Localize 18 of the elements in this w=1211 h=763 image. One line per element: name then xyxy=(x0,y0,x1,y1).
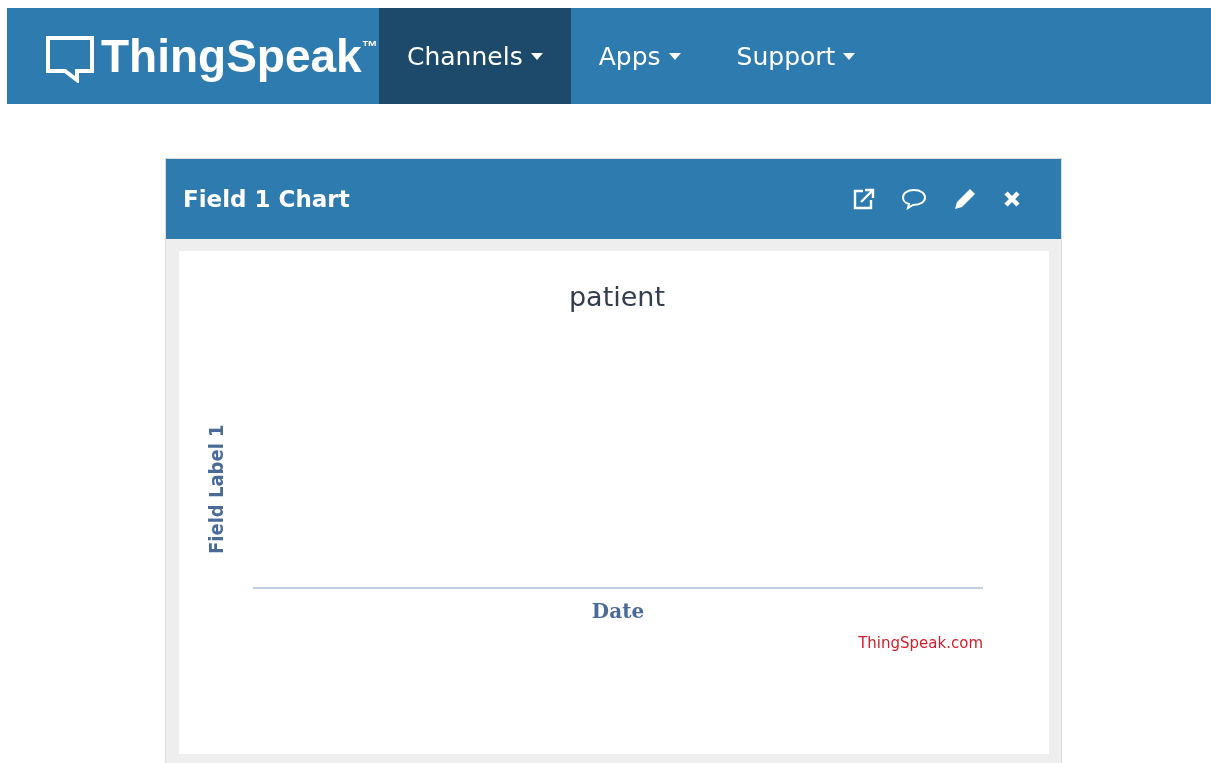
x-axis-label: Date xyxy=(591,599,645,623)
caret-icon xyxy=(668,52,681,60)
nav-menu-item[interactable]: Support xyxy=(708,8,884,104)
caret-icon xyxy=(843,52,856,60)
chart-title: patient xyxy=(567,281,667,312)
nav-menu-item[interactable]: Apps xyxy=(570,8,709,104)
nav-menu-item[interactable]: Channels xyxy=(379,8,571,104)
external-link-icon[interactable] xyxy=(853,188,875,210)
y-axis-label: Field Label 1 xyxy=(204,423,228,554)
speech-bubble-icon xyxy=(45,35,95,83)
trademark-sign: ™ xyxy=(361,38,378,55)
speech-bubble-icon[interactable] xyxy=(901,188,927,210)
pencil-icon[interactable] xyxy=(953,187,977,211)
close-icon[interactable] xyxy=(1003,190,1021,208)
caret-icon xyxy=(530,52,543,60)
brand-name[interactable]: ThingSpeak xyxy=(101,29,362,83)
credit-link[interactable]: ThingSpeak.com xyxy=(858,634,983,652)
panel-title: Field 1 Chart xyxy=(183,186,350,212)
